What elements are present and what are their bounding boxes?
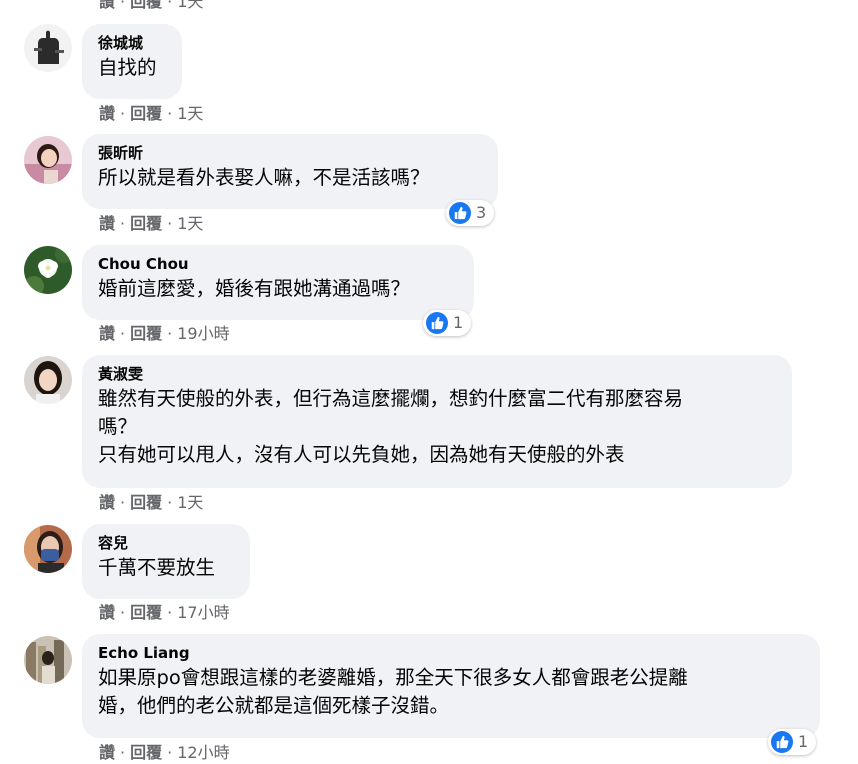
reply-link[interactable]: 回覆 (130, 324, 162, 343)
comment-bubble: 張昕昕 所以就是看外表娶人嘛，不是活該嗎？ (82, 134, 498, 209)
comment-actions: 讚 · 回覆 · 1天 (99, 493, 204, 512)
like-link[interactable]: 讚 (99, 0, 115, 11)
reply-link[interactable]: 回覆 (130, 603, 162, 622)
comment-bubble: 容兒 千萬不要放生 (82, 524, 250, 599)
like-link[interactable]: 讚 (99, 214, 115, 233)
comment-text: 如果原po會想跟這樣的老婆離婚，那全天下很多女人都會跟老公提離 婚，他們的老公就… (98, 666, 688, 717)
comment-author[interactable]: 容兒 (98, 533, 234, 553)
comment-bubble: 黃淑雯 雖然有天使般的外表，但行為這麼擺爛，想釣什麼富二代有那麼容易 嗎？ 只有… (82, 355, 792, 488)
like-link[interactable]: 讚 (99, 104, 115, 123)
comment-actions: 讚 · 回覆 · 1天 (99, 104, 204, 123)
like-link[interactable]: 讚 (99, 493, 115, 512)
like-link[interactable]: 讚 (99, 743, 115, 762)
timestamp-link[interactable]: 1天 (177, 493, 203, 512)
like-link[interactable]: 讚 (99, 603, 115, 622)
reaction-count: 1 (798, 732, 809, 751)
timestamp-link[interactable]: 19小時 (177, 324, 229, 343)
reaction-count-badge[interactable]: 1 (768, 729, 817, 755)
comment-bubble: Echo Liang 如果原po會想跟這樣的老婆離婚，那全天下很多女人都會跟老公… (82, 634, 820, 738)
comment-actions: 讚 · 回覆 · 1天 (99, 0, 203, 12)
comment-text: 自找的 (98, 56, 157, 79)
thumbs-up-icon (426, 312, 448, 334)
avatar[interactable] (24, 636, 72, 684)
reaction-count: 1 (453, 313, 464, 332)
comment-bubble: 徐城城 自找的 (82, 24, 182, 99)
reply-link[interactable]: 回覆 (130, 214, 162, 233)
avatar[interactable] (24, 136, 72, 184)
avatar[interactable] (24, 24, 72, 72)
comment-text: 千萬不要放生 (98, 556, 216, 579)
timestamp-link[interactable]: 1天 (177, 0, 203, 11)
comment-actions: 讚 · 回覆 · 19小時 (99, 324, 230, 343)
reaction-count-badge[interactable]: 3 (446, 200, 495, 226)
reply-link[interactable]: 回覆 (130, 0, 162, 11)
reaction-count-badge[interactable]: 1 (423, 310, 472, 336)
comment-author[interactable]: 黃淑雯 (98, 364, 776, 384)
avatar[interactable] (24, 356, 72, 404)
reply-link[interactable]: 回覆 (130, 493, 162, 512)
timestamp-link[interactable]: 12小時 (177, 743, 229, 762)
like-link[interactable]: 讚 (99, 324, 115, 343)
comment-actions: 讚 · 回覆 · 12小時 (99, 743, 230, 762)
avatar[interactable] (24, 246, 72, 294)
reply-link[interactable]: 回覆 (130, 104, 162, 123)
comment-author[interactable]: 張昕昕 (98, 143, 482, 163)
comment-text: 婚前這麼愛，婚後有跟她溝通過嗎？ (98, 277, 411, 300)
comment-actions: 讚 · 回覆 · 17小時 (99, 603, 230, 622)
comment-author[interactable]: Chou Chou (98, 254, 458, 274)
thumbs-up-icon (449, 202, 471, 224)
timestamp-link[interactable]: 17小時 (177, 603, 229, 622)
timestamp-link[interactable]: 1天 (177, 104, 203, 123)
comment-bubble: Chou Chou 婚前這麼愛，婚後有跟她溝通過嗎？ (82, 245, 474, 320)
comment-author[interactable]: 徐城城 (98, 33, 166, 53)
comment-text: 所以就是看外表娶人嘛，不是活該嗎？ (98, 166, 430, 189)
reply-link[interactable]: 回覆 (130, 743, 162, 762)
comment-actions: 讚 · 回覆 · 1天 (99, 214, 204, 233)
reaction-count: 3 (476, 203, 487, 222)
comment-text: 雖然有天使般的外表，但行為這麼擺爛，想釣什麼富二代有那麼容易 嗎？ 只有她可以甩… (98, 387, 684, 466)
avatar[interactable] (24, 525, 72, 573)
thumbs-up-icon (771, 731, 793, 753)
comment-author[interactable]: Echo Liang (98, 643, 804, 663)
timestamp-link[interactable]: 1天 (177, 214, 203, 233)
